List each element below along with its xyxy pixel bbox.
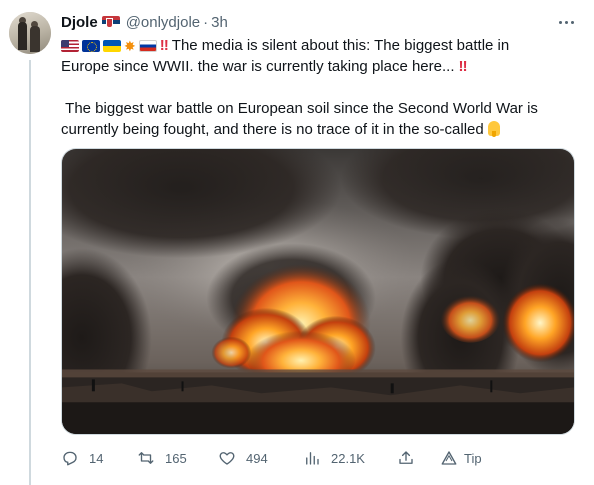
double-exclamation-icon: ‼: [458, 58, 468, 75]
russia-flag-icon: [138, 40, 157, 52]
tweet-line-1: The media is silent about this: The bigg…: [171, 37, 510, 54]
tweet-line-2: Europe since WWII. the war is currently …: [61, 58, 455, 75]
tweet-media-image[interactable]: [61, 148, 575, 435]
views-button[interactable]: 22.1K: [303, 446, 365, 470]
tweet-text: ✸ ‼ The media is silent about this: The b…: [61, 35, 581, 140]
reply-button[interactable]: 14: [61, 446, 103, 470]
tweet-paragraph-2-text: The biggest war battle on European soil …: [61, 100, 538, 138]
double-exclamation-icon: ‼: [159, 37, 169, 54]
share-icon: [397, 449, 415, 467]
timestamp[interactable]: 3h: [211, 14, 228, 31]
tip-label: Tip: [464, 450, 482, 466]
reply-count: 14: [89, 450, 104, 466]
serbia-flag-icon: [101, 16, 120, 28]
separator-dot: ·: [203, 13, 209, 31]
us-flag-icon: [61, 40, 79, 52]
tweet-paragraph-2: The biggest war battle on European soil …: [61, 98, 581, 140]
tweet: Djole @onlydjole · 3h ✸ ‼ The media is si…: [0, 0, 594, 485]
like-button[interactable]: 494: [218, 446, 268, 470]
tip-icon: [440, 449, 458, 467]
retweet-icon: [137, 449, 155, 467]
reply-icon: [61, 449, 79, 467]
share-button[interactable]: [397, 446, 415, 470]
retweet-count: 165: [165, 450, 187, 466]
explosion-image: [62, 149, 574, 434]
tweet-header: Djole @onlydjole · 3h: [61, 11, 228, 33]
thread-line: [29, 60, 31, 485]
more-icon[interactable]: [555, 12, 577, 32]
retweet-button[interactable]: 165: [137, 446, 187, 470]
tip-button[interactable]: Tip: [440, 446, 482, 470]
tweet-paragraph-1: ✸ ‼ The media is silent about this: The b…: [61, 35, 581, 77]
action-bar: 14 165 494 22.1K Tip: [61, 446, 581, 470]
user-handle[interactable]: @onlydjole: [126, 14, 200, 31]
ukraine-flag-icon: [103, 40, 121, 52]
collision-icon: ✸: [124, 38, 136, 54]
eu-flag-icon: [82, 40, 100, 52]
views-count: 22.1K: [331, 450, 365, 466]
emoji-row: ✸: [61, 39, 160, 53]
like-count: 494: [246, 450, 268, 466]
avatar[interactable]: [9, 12, 51, 54]
display-name[interactable]: Djole: [61, 14, 98, 31]
views-icon: [303, 449, 321, 467]
pointing-down-icon: [487, 121, 500, 137]
heart-icon: [218, 449, 236, 467]
